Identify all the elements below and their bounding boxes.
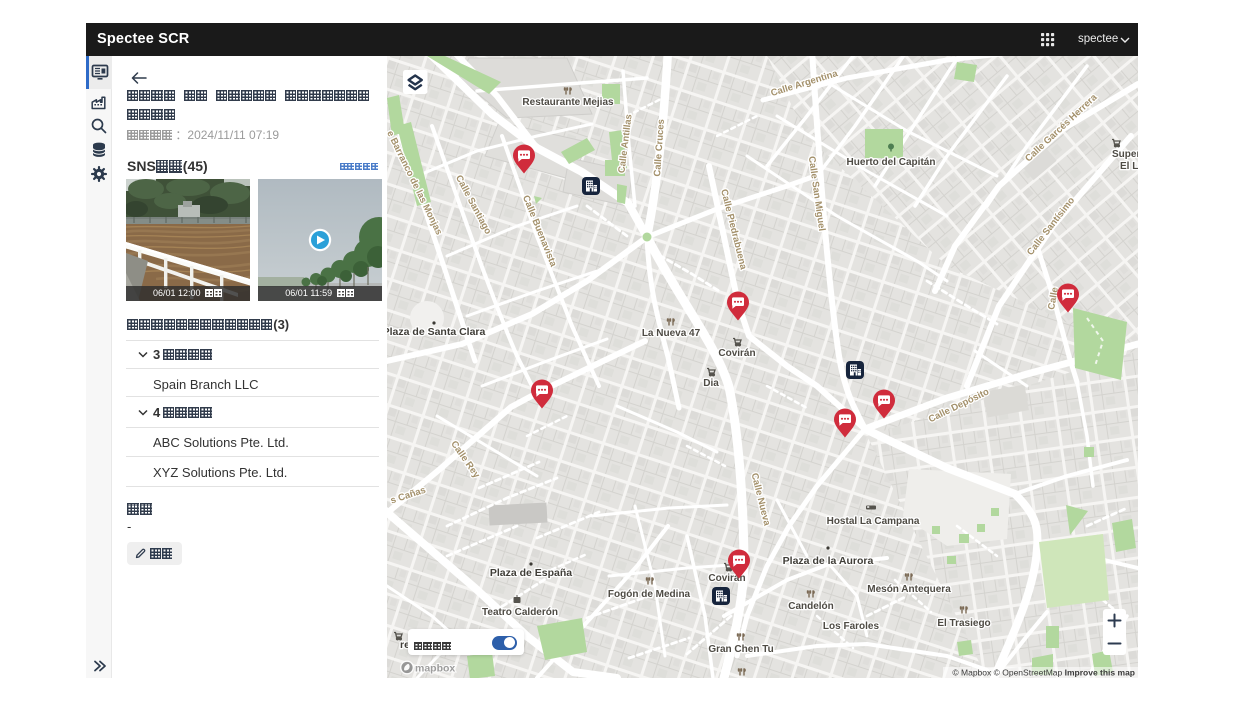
svg-text:El Trasiego: El Trasiego [937,618,990,629]
svg-text:Dia: Dia [703,378,719,389]
svg-text:Restaurante Mejias: Restaurante Mejias [522,97,614,108]
svg-text:Fogón de Medina: Fogón de Medina [608,589,691,600]
svg-text:Hostal La Campana: Hostal La Campana [827,516,920,527]
svg-text:Plaza de España: Plaza de España [490,567,572,579]
svg-text:Mesón Antequera: Mesón Antequera [867,584,951,595]
svg-text:Gran Chen Tu: Gran Chen Tu [708,644,773,655]
svg-text:Plaza de Santa Clara: Plaza de Santa Clara [387,326,486,338]
svg-text:La Nueva 47: La Nueva 47 [642,328,701,339]
svg-text:© Mapbox © OpenStreetMap Impro: © Mapbox © OpenStreetMap Improve this ma… [952,668,1135,678]
svg-text:Candelón: Candelón [788,601,834,612]
svg-text:Los Faroles: Los Faroles [823,621,880,632]
svg-text:Covirán: Covirán [718,348,755,359]
svg-text:Teatro Calderón: Teatro Calderón [482,607,558,618]
svg-text:Plaza de la Aurora: Plaza de la Aurora [783,555,874,567]
svg-text:Huerto del Capitán: Huerto del Capitán [847,157,936,168]
svg-text:Supermerca: Supermerca [1112,149,1138,160]
svg-text:mapbox: mapbox [415,663,455,675]
svg-text:El Laguen: El Laguen [1120,161,1138,172]
